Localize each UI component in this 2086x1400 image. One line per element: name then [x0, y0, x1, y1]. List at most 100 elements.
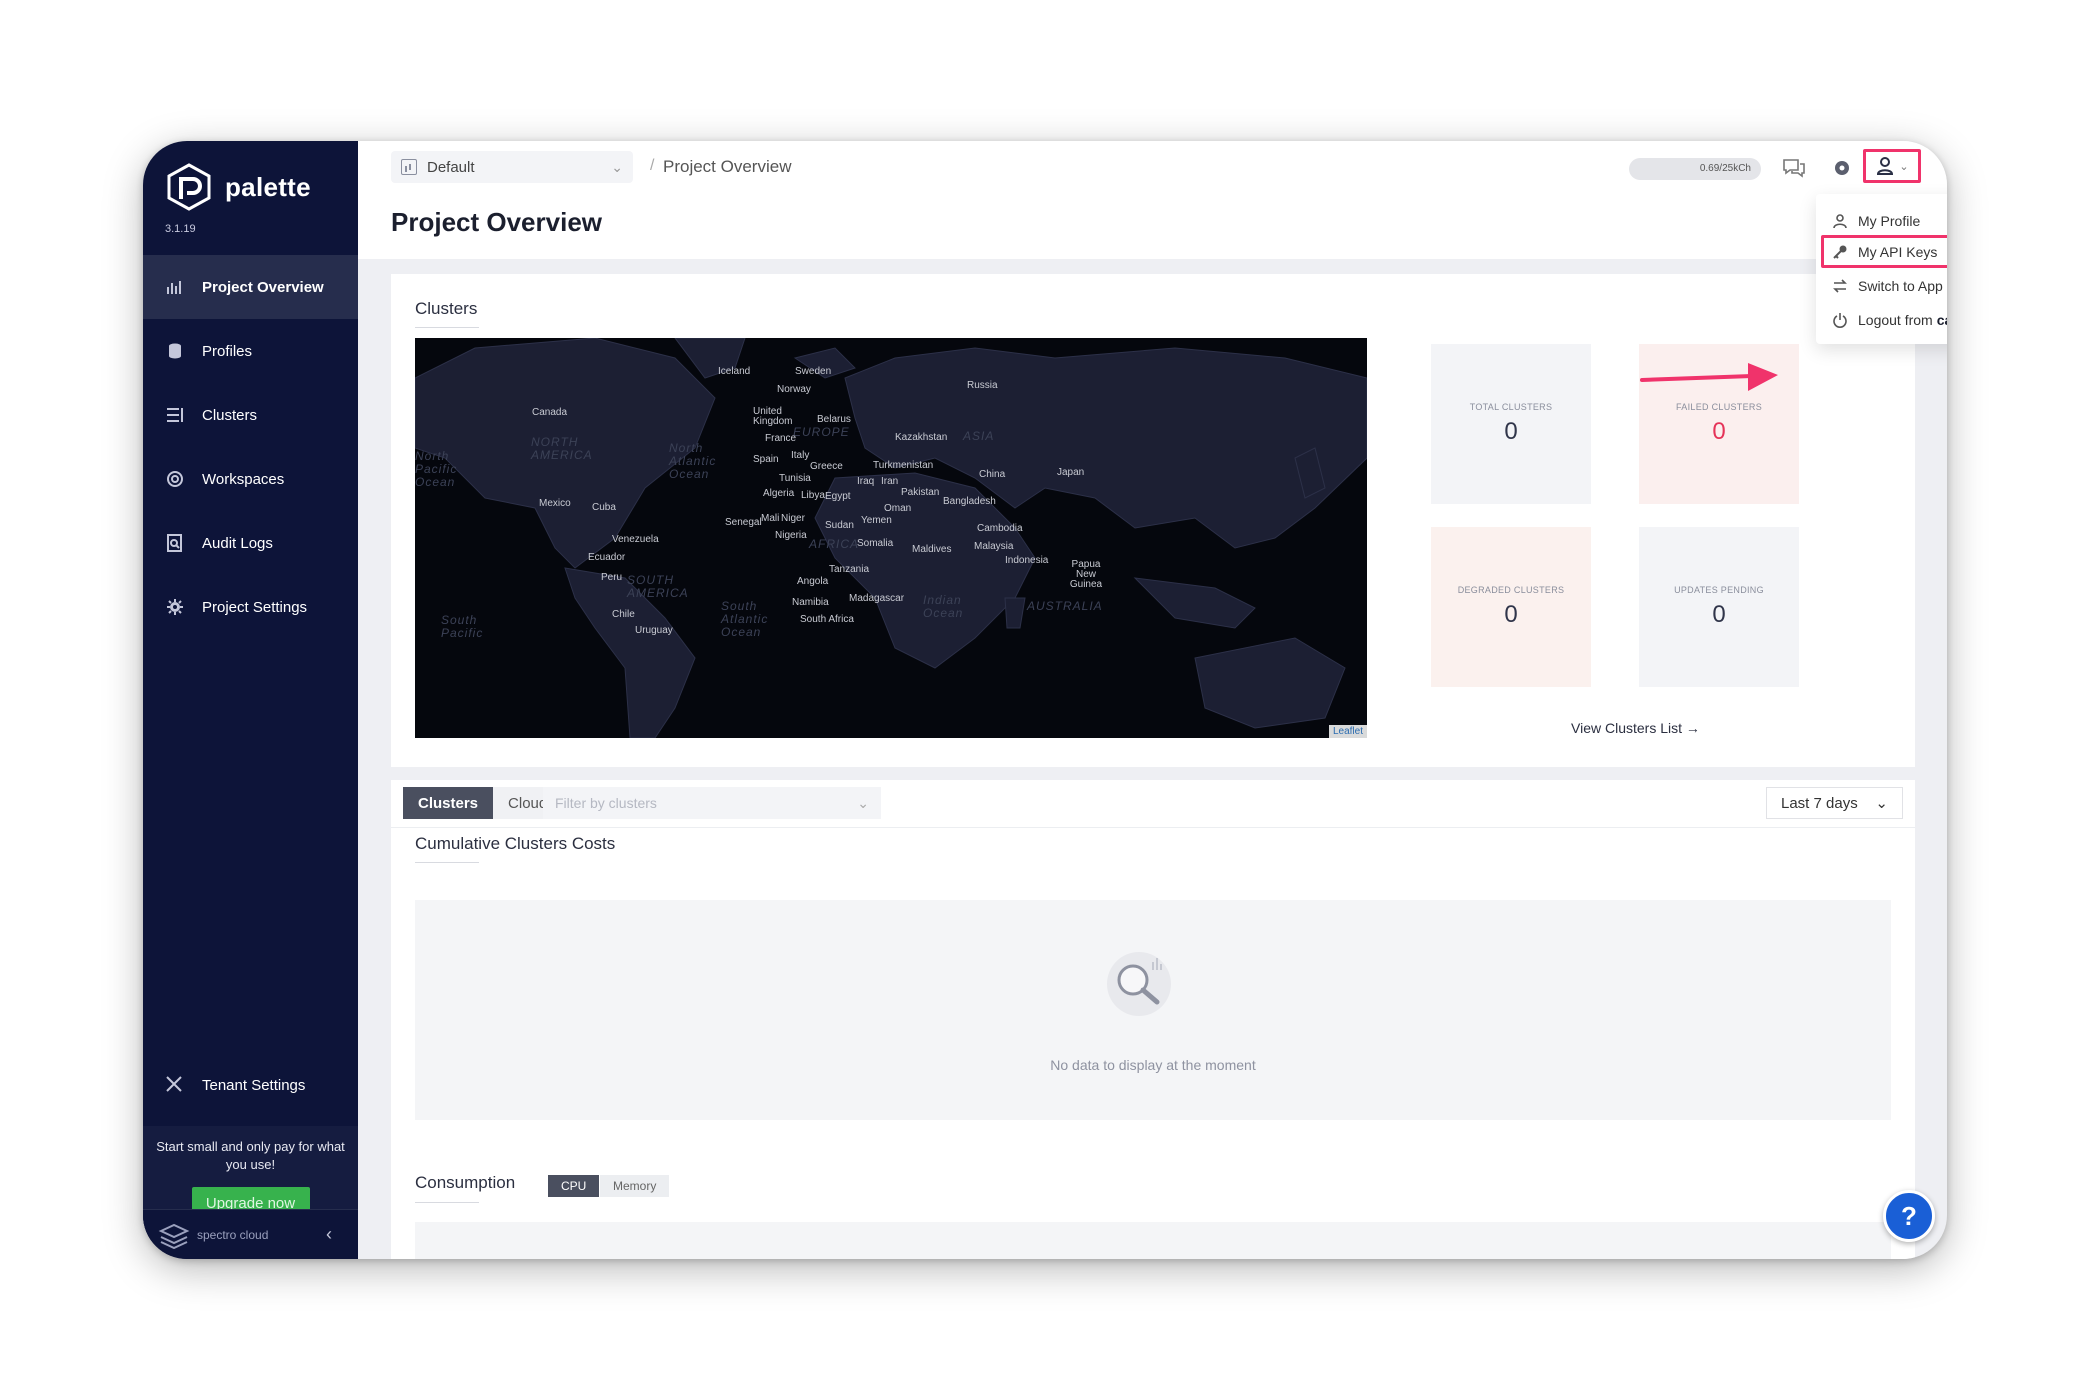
map-label: Chile: [612, 609, 635, 620]
key-icon: [1833, 245, 1847, 259]
usage-indicator[interactable]: 0.69/25kCh: [1629, 158, 1761, 180]
stat-total-clusters[interactable]: TOTAL CLUSTERS 0: [1431, 344, 1591, 504]
stat-degraded-clusters[interactable]: DEGRADED CLUSTERS 0: [1431, 527, 1591, 687]
map-label: Kazakhstan: [895, 432, 948, 443]
stack-icon: [165, 341, 185, 361]
map-label: Senegal: [725, 517, 762, 528]
menu-item-my-profile[interactable]: My Profile: [1832, 209, 1920, 233]
stat-updates-pending[interactable]: UPDATES PENDING 0: [1639, 527, 1799, 687]
app-version: 3.1.19: [165, 223, 196, 235]
user-icon: [1877, 157, 1894, 175]
brand[interactable]: palette: [165, 163, 311, 211]
map-label: Madagascar: [849, 593, 905, 604]
map-label: Egypt: [825, 491, 851, 502]
clusters-map[interactable]: Iceland Sweden Norway Russia Canada Unit…: [415, 338, 1367, 738]
map-label: Cambodia: [977, 523, 1023, 534]
sidebar-item-label: Workspaces: [202, 470, 285, 488]
consumption-chart-area: [415, 1222, 1891, 1259]
map-label: China: [979, 469, 1006, 480]
costs-card: Clusters Clouds Filter by clusters ⌄ Las…: [391, 780, 1915, 1259]
settings-icon[interactable]: [1833, 159, 1851, 177]
map-label: Tanzania: [829, 564, 870, 575]
menu-item-label: My API Keys: [1858, 244, 1938, 260]
project-icon: [401, 159, 417, 175]
chevron-down-icon: ⌄: [857, 794, 869, 811]
footer-brand-name: spectro cloud: [197, 1227, 269, 1242]
project-selector[interactable]: Default ⌄: [391, 151, 633, 183]
time-range-value: Last 7 days: [1781, 794, 1858, 812]
map-label: Nigeria: [775, 530, 807, 541]
map-label: Sweden: [795, 366, 832, 377]
map-label: North Atlantic Ocean: [669, 441, 717, 481]
breadcrumb[interactable]: Project Overview: [663, 157, 791, 177]
chat-icon[interactable]: [1781, 156, 1807, 180]
map-label: Japan: [1057, 467, 1085, 478]
stat-label: FAILED CLUSTERS: [1675, 402, 1763, 412]
stat-value: 0: [1504, 601, 1518, 628]
audit-icon: [165, 533, 185, 553]
sidebar-item-label: Project Settings: [202, 598, 308, 616]
menu-item-switch-app-mode[interactable]: Switch to App Mode: [1832, 274, 1947, 298]
sidebar-item-workspaces[interactable]: Workspaces: [143, 447, 358, 511]
app-window: palette 3.1.19 Project Overview Profiles…: [143, 141, 1947, 1259]
menu-item-label: Switch to App Mode: [1858, 278, 1947, 294]
map-label: Malaysia: [974, 541, 1014, 552]
sidebar-item-label: Clusters: [202, 406, 258, 424]
map-label: EUROPE: [793, 425, 850, 439]
time-range-select[interactable]: Last 7 days ⌄: [1766, 787, 1903, 819]
user-menu-dropdown: My Profile My API Keys Switch to App Mod…: [1816, 194, 1947, 344]
menu-item-logout[interactable]: Logout from cardenas88karl-gmail: [1832, 308, 1947, 332]
sidebar-item-audit-logs[interactable]: Audit Logs: [143, 511, 358, 575]
user-menu-button[interactable]: ⌄: [1863, 149, 1921, 183]
map-label: North Pacific Ocean: [415, 449, 458, 489]
map-label: Papua New Guinea: [1069, 559, 1103, 590]
workspace-icon: [165, 469, 185, 489]
menu-item-my-api-keys[interactable]: My API Keys: [1832, 240, 1937, 264]
sidebar-item-clusters[interactable]: Clusters: [143, 383, 358, 447]
sidebar-item-label: Audit Logs: [202, 534, 273, 552]
filter-clusters-select[interactable]: Filter by clusters ⌄: [543, 787, 881, 819]
map-label: South Africa: [800, 614, 854, 625]
memory-toggle[interactable]: Memory: [600, 1175, 670, 1197]
promo-text: Start small and only pay for what you us…: [156, 1139, 345, 1172]
map-label: Greece: [810, 461, 843, 472]
map-label: Cuba: [592, 502, 616, 513]
map-label: Sudan: [825, 520, 854, 531]
map-label: Indonesia: [1005, 555, 1049, 566]
cumulative-costs-title: Cumulative Clusters Costs: [415, 834, 616, 863]
collapse-sidebar-icon[interactable]: ‹: [326, 1224, 332, 1245]
page-title: Project Overview: [391, 207, 602, 237]
map-label: Ecuador: [588, 552, 626, 563]
logout-username: cardenas88karl-gmail: [1936, 312, 1947, 328]
empty-state-text: No data to display at the moment: [1050, 1057, 1256, 1073]
map-label: ASIA: [963, 429, 995, 443]
map-label: South Atlantic Ocean: [721, 599, 769, 639]
map-label: Peru: [601, 572, 623, 583]
map-label: Pakistan: [901, 487, 940, 498]
view-clusters-list-link[interactable]: View Clusters List →: [1571, 720, 1700, 736]
map-label: Venezuela: [612, 534, 659, 545]
menu-item-label: Logout from: [1858, 312, 1933, 328]
map-label: Canada: [532, 407, 568, 418]
map-label: France: [765, 433, 797, 444]
map-attribution[interactable]: Leaflet: [1328, 725, 1367, 738]
user-icon: [1833, 214, 1847, 229]
cpu-toggle[interactable]: CPU: [548, 1175, 600, 1197]
map-label: Angola: [797, 576, 829, 587]
map-label: South Pacific: [441, 613, 484, 640]
sidebar-item-project-overview[interactable]: Project Overview: [143, 255, 358, 319]
sidebar-item-label: Project Overview: [202, 278, 324, 296]
consumption-title: Consumption: [415, 1173, 516, 1203]
sidebar-item-project-settings[interactable]: Project Settings: [143, 575, 358, 639]
switch-icon: [1833, 279, 1847, 293]
sidebar-item-label: Profiles: [202, 342, 253, 360]
map-label: Iran: [881, 476, 899, 487]
map-label: NORTH AMERICA: [531, 435, 593, 462]
sidebar-item-tenant-settings[interactable]: Tenant Settings: [143, 1053, 358, 1117]
map-label: Libya: [801, 490, 825, 501]
sidebar-item-label: Tenant Settings: [202, 1076, 306, 1094]
sidebar-item-profiles[interactable]: Profiles: [143, 319, 358, 383]
tab-clusters[interactable]: Clusters: [403, 787, 494, 819]
map-label: Algeria: [763, 488, 795, 499]
help-button[interactable]: ?: [1883, 1190, 1935, 1242]
